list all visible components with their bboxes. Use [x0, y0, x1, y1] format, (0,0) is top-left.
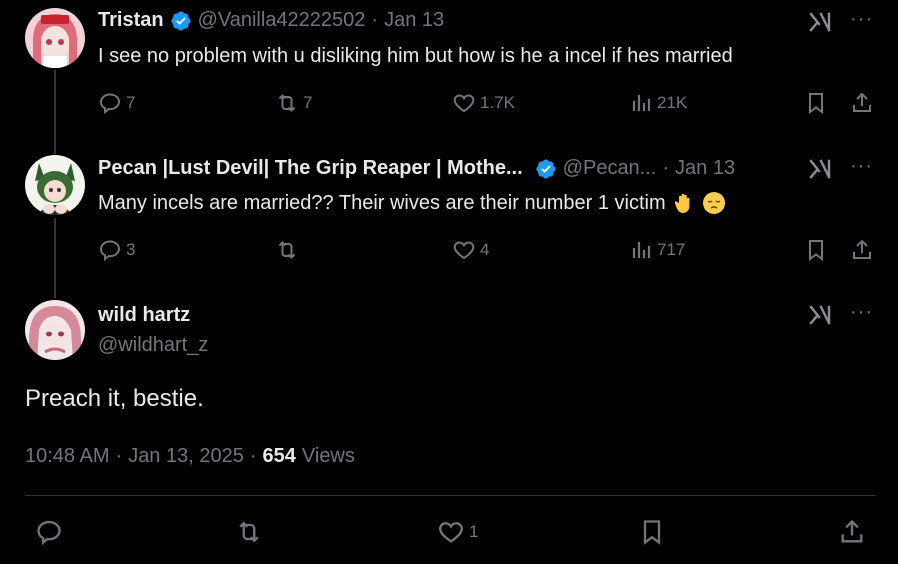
- more-button[interactable]: ···: [850, 301, 873, 324]
- raised-hand-emoji: [672, 191, 696, 215]
- grok-icon: [809, 159, 831, 179]
- tweet-text: I see no problem with u disliking him bu…: [98, 45, 733, 67]
- views-count: 21K: [657, 93, 688, 112]
- bookmark-icon: [643, 520, 661, 545]
- tweet-1-header: Tristan @Vanilla42222502 · Jan 13: [98, 9, 444, 32]
- avatar-tristan[interactable]: [25, 8, 85, 68]
- more-button[interactable]: ···: [850, 155, 873, 178]
- like-button[interactable]: 1: [437, 518, 478, 546]
- author-handle[interactable]: @wildhart_z: [98, 334, 208, 357]
- author-name[interactable]: wild hartz: [98, 304, 190, 327]
- bookmark-icon: [809, 240, 823, 261]
- tweet-text: Many incels are married?? Their wives ar…: [98, 191, 666, 214]
- like-button[interactable]: 1.7K: [452, 91, 515, 115]
- reply-icon: [99, 240, 121, 262]
- separator-dot: ·: [249, 445, 257, 467]
- pensive-face-emoji: [702, 191, 726, 215]
- grok-button[interactable]: [808, 10, 832, 39]
- views-button[interactable]: 21K: [629, 91, 687, 115]
- separator-dot: ·: [115, 445, 123, 467]
- views-icon: [632, 95, 651, 111]
- views-label: Views: [301, 445, 355, 467]
- reply-icon: [37, 520, 61, 545]
- views-button[interactable]: 717: [629, 238, 685, 262]
- reply-button[interactable]: 7: [98, 91, 135, 115]
- bookmark-icon: [809, 93, 823, 114]
- like-icon: [453, 241, 475, 260]
- retweet-icon: [278, 241, 296, 259]
- share-icon: [853, 239, 871, 259]
- author-name[interactable]: Tristan: [98, 9, 164, 32]
- like-icon: [453, 94, 475, 113]
- views-count: 654: [262, 445, 296, 467]
- like-count: 1: [469, 522, 479, 541]
- retweet-icon: [278, 94, 296, 112]
- like-count: 1.7K: [480, 93, 515, 112]
- share-button[interactable]: [838, 518, 866, 551]
- retweet-button[interactable]: [235, 518, 263, 546]
- retweet-icon: [239, 521, 259, 543]
- share-button[interactable]: [850, 91, 874, 120]
- like-icon: [439, 522, 463, 543]
- reply-button[interactable]: [35, 518, 63, 546]
- reply-count: 3: [126, 240, 136, 259]
- reply-button[interactable]: 3: [98, 238, 135, 262]
- share-icon: [841, 519, 863, 543]
- share-button[interactable]: [850, 238, 874, 267]
- author-handle[interactable]: @Vanilla42222502: [198, 9, 366, 32]
- grok-icon: [809, 305, 831, 325]
- thread-line-1: [54, 70, 56, 154]
- retweet-button[interactable]: [275, 238, 303, 262]
- main-tweet-text: Preach it, bestie.: [25, 385, 204, 412]
- bookmark-button[interactable]: [804, 91, 828, 120]
- tweet-meta: 10:48 AM · Jan 13, 2025 · 654 Views: [25, 445, 355, 468]
- grok-button[interactable]: [808, 157, 832, 186]
- separator-dot: ·: [662, 157, 670, 179]
- author-name[interactable]: Pecan |Lust Devil| The Grip Reaper | Mot…: [98, 157, 523, 180]
- tweet-2-header: Pecan |Lust Devil| The Grip Reaper | Mot…: [98, 157, 735, 180]
- grok-button[interactable]: [808, 303, 832, 332]
- tweet-date[interactable]: Jan 13: [384, 9, 444, 32]
- bookmark-button[interactable]: [804, 238, 828, 267]
- retweet-button[interactable]: 7: [275, 91, 312, 115]
- views-count: 717: [657, 240, 686, 259]
- retweet-count: 7: [303, 93, 313, 112]
- more-button[interactable]: ···: [850, 8, 873, 31]
- verified-icon: [536, 159, 556, 178]
- author-handle[interactable]: @Pecan...: [563, 157, 657, 180]
- tweet-date[interactable]: Jan 13, 2025: [128, 445, 244, 468]
- tweet-date[interactable]: Jan 13: [675, 157, 735, 180]
- tweet-text-row: Many incels are married?? Their wives ar…: [98, 191, 726, 215]
- divider: [25, 495, 876, 496]
- like-count: 4: [480, 240, 490, 259]
- share-icon: [853, 92, 871, 112]
- like-button[interactable]: 4: [452, 238, 489, 262]
- avatar-wildhartz[interactable]: [25, 300, 85, 360]
- views-icon: [632, 242, 651, 258]
- reply-count: 7: [126, 93, 136, 112]
- avatar-pecan[interactable]: [25, 155, 85, 215]
- reply-icon: [99, 93, 121, 115]
- verified-icon: [170, 11, 190, 30]
- grok-icon: [809, 12, 831, 32]
- tweet-time[interactable]: 10:48 AM: [25, 445, 110, 468]
- separator-dot: ·: [371, 9, 379, 31]
- bookmark-button[interactable]: [638, 518, 666, 551]
- thread-line-2: [54, 218, 56, 298]
